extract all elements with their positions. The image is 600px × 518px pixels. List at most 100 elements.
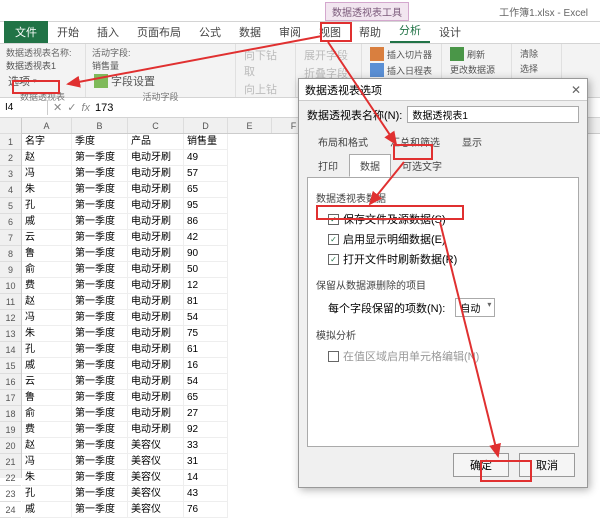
- cell[interactable]: 电动牙刷: [128, 150, 184, 166]
- cell[interactable]: 电动牙刷: [128, 214, 184, 230]
- cell[interactable]: 第一季度: [72, 374, 128, 390]
- header-cell[interactable]: 季度: [72, 134, 128, 150]
- close-icon[interactable]: ✕: [571, 83, 581, 97]
- select-button[interactable]: 选择: [518, 61, 555, 76]
- cell[interactable]: 电动牙刷: [128, 166, 184, 182]
- retain-select[interactable]: 自动: [455, 298, 495, 317]
- cell[interactable]: 第一季度: [72, 182, 128, 198]
- cell[interactable]: 孔: [22, 342, 72, 358]
- cell[interactable]: 电动牙刷: [128, 326, 184, 342]
- row-header[interactable]: 8: [0, 246, 21, 262]
- cell[interactable]: 57: [184, 166, 228, 182]
- row-header[interactable]: 2: [0, 150, 21, 166]
- insert-timeline-button[interactable]: 插入日程表: [368, 62, 435, 78]
- cell[interactable]: 朱: [22, 326, 72, 342]
- cell[interactable]: 14: [184, 470, 228, 486]
- cell[interactable]: 第一季度: [72, 326, 128, 342]
- cell[interactable]: 第一季度: [72, 342, 128, 358]
- file-tab[interactable]: 文件: [4, 21, 48, 43]
- cell[interactable]: 12: [184, 278, 228, 294]
- cell[interactable]: 31: [184, 454, 228, 470]
- row-header[interactable]: 22: [0, 470, 21, 486]
- header-cell[interactable]: 销售量: [184, 134, 228, 150]
- cell[interactable]: 鲁: [22, 246, 72, 262]
- col-header[interactable]: B: [72, 118, 128, 133]
- cell[interactable]: 第一季度: [72, 166, 128, 182]
- cell[interactable]: 42: [184, 230, 228, 246]
- row-header[interactable]: 6: [0, 214, 21, 230]
- cell[interactable]: 冯: [22, 166, 72, 182]
- cell[interactable]: 50: [184, 262, 228, 278]
- cell[interactable]: 电动牙刷: [128, 182, 184, 198]
- cell[interactable]: 第一季度: [72, 470, 128, 486]
- row-header[interactable]: 14: [0, 342, 21, 358]
- chk-refresh-on-open[interactable]: ✓: [328, 254, 339, 265]
- cell[interactable]: 第一季度: [72, 454, 128, 470]
- row-header[interactable]: 4: [0, 182, 21, 198]
- col-header[interactable]: D: [184, 118, 228, 133]
- cell[interactable]: 86: [184, 214, 228, 230]
- cell[interactable]: 54: [184, 310, 228, 326]
- cell[interactable]: 90: [184, 246, 228, 262]
- row-header[interactable]: 21: [0, 454, 21, 470]
- cell[interactable]: 电动牙刷: [128, 358, 184, 374]
- cell[interactable]: 65: [184, 182, 228, 198]
- cell[interactable]: 27: [184, 406, 228, 422]
- dlg-tab-print[interactable]: 打印: [307, 154, 349, 177]
- change-source-button[interactable]: 更改数据源: [448, 62, 505, 77]
- cell[interactable]: 电动牙刷: [128, 422, 184, 438]
- cell[interactable]: 33: [184, 438, 228, 454]
- cell[interactable]: 赵: [22, 438, 72, 454]
- cell[interactable]: 第一季度: [72, 390, 128, 406]
- cell[interactable]: 第一季度: [72, 438, 128, 454]
- cell[interactable]: 54: [184, 374, 228, 390]
- tab-analyze[interactable]: 分析: [390, 19, 430, 43]
- cell[interactable]: 第一季度: [72, 294, 128, 310]
- formula-value[interactable]: 173: [95, 102, 113, 114]
- cell[interactable]: 16: [184, 358, 228, 374]
- chk-enable-cell-edit[interactable]: [328, 351, 339, 362]
- cell[interactable]: 第一季度: [72, 310, 128, 326]
- row-header[interactable]: 7: [0, 230, 21, 246]
- cell[interactable]: 美容仪: [128, 438, 184, 454]
- tab-insert[interactable]: 插入: [88, 21, 128, 43]
- cell[interactable]: 朱: [22, 182, 72, 198]
- row-header[interactable]: 12: [0, 310, 21, 326]
- cell[interactable]: 冯: [22, 454, 72, 470]
- row-header[interactable]: 10: [0, 278, 21, 294]
- cell[interactable]: 电动牙刷: [128, 342, 184, 358]
- cell[interactable]: 电动牙刷: [128, 294, 184, 310]
- cell[interactable]: 81: [184, 294, 228, 310]
- cell[interactable]: 朱: [22, 470, 72, 486]
- row-header[interactable]: 20: [0, 438, 21, 454]
- tab-formulas[interactable]: 公式: [190, 21, 230, 43]
- cell[interactable]: 鲁: [22, 390, 72, 406]
- cell[interactable]: 第一季度: [72, 278, 128, 294]
- cell[interactable]: 61: [184, 342, 228, 358]
- row-header[interactable]: 18: [0, 406, 21, 422]
- cell[interactable]: 费: [22, 278, 72, 294]
- row-header[interactable]: 13: [0, 326, 21, 342]
- dialog-name-input[interactable]: [407, 106, 579, 123]
- row-header[interactable]: 24: [0, 502, 21, 518]
- dlg-tab-data[interactable]: 数据: [349, 154, 391, 177]
- dlg-tab-display[interactable]: 显示: [451, 130, 493, 153]
- row-header[interactable]: 11: [0, 294, 21, 310]
- cell[interactable]: 费: [22, 422, 72, 438]
- cell[interactable]: 电动牙刷: [128, 406, 184, 422]
- tab-review[interactable]: 审阅: [270, 21, 310, 43]
- chk-enable-detail[interactable]: ✓: [328, 234, 339, 245]
- cell[interactable]: 65: [184, 390, 228, 406]
- cell[interactable]: 孔: [22, 198, 72, 214]
- fx-icon[interactable]: fx: [81, 102, 90, 114]
- cell[interactable]: 第一季度: [72, 230, 128, 246]
- cell[interactable]: 第一季度: [72, 422, 128, 438]
- tab-data[interactable]: 数据: [230, 21, 270, 43]
- tab-home[interactable]: 开始: [48, 21, 88, 43]
- cell[interactable]: 第一季度: [72, 150, 128, 166]
- row-header[interactable]: 15: [0, 358, 21, 374]
- cell[interactable]: 赵: [22, 294, 72, 310]
- col-header[interactable]: E: [228, 118, 272, 133]
- cell[interactable]: 76: [184, 502, 228, 518]
- row-header[interactable]: 3: [0, 166, 21, 182]
